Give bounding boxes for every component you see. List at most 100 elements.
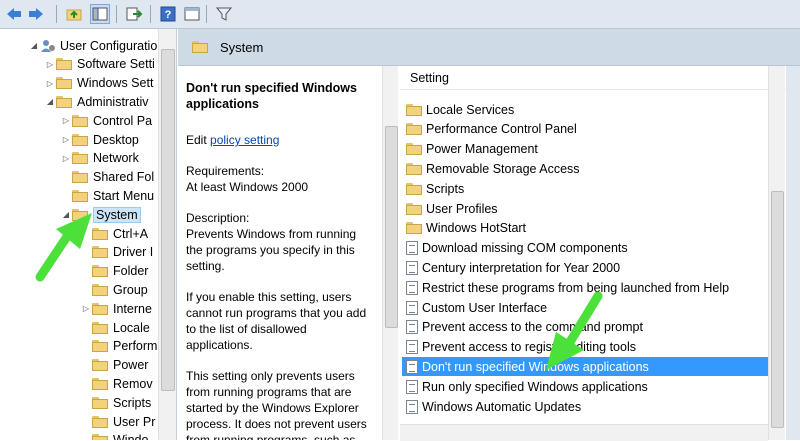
settings-folder-row[interactable]: Power Management: [402, 140, 768, 159]
collapse-icon[interactable]: ◢: [44, 97, 56, 106]
tree-item-label: Windows Sett: [77, 76, 154, 91]
policy-setting-icon: [406, 359, 418, 374]
tree-item-label: Power: [113, 358, 149, 373]
tree-item[interactable]: ▷ Interne: [80, 299, 152, 318]
export-list-icon[interactable]: [124, 4, 144, 24]
folder-icon: [72, 189, 88, 202]
tree-item-label: Folder: [113, 264, 149, 279]
tree-item[interactable]: Power: [80, 356, 148, 375]
tree-item[interactable]: ▷ Desktop: [60, 130, 139, 149]
tree-item-label: Scripts: [113, 395, 152, 410]
description-panel: Don't run specified Windows applications…: [178, 66, 398, 440]
policy-setting-icon: [406, 320, 418, 335]
policy-setting-row[interactable]: Century interpretation for Year 2000: [402, 258, 768, 277]
policy-setting-row[interactable]: Run only specified Windows applications: [402, 377, 768, 396]
policy-setting-row[interactable]: Windows Automatic Updates: [402, 397, 768, 416]
folder-icon: [406, 123, 422, 136]
settings-folder-row[interactable]: Locale Services: [402, 100, 768, 119]
expand-icon[interactable]: ▷: [60, 154, 72, 163]
properties-icon[interactable]: [182, 4, 202, 24]
settings-folder-row[interactable]: Windows HotStart: [402, 219, 768, 238]
forward-arrow-icon[interactable]: [26, 4, 46, 24]
tree-item-label: Network: [93, 151, 139, 166]
annotation-arrow-icon: [546, 291, 603, 370]
tree-item-label: Ctrl+A: [113, 226, 149, 241]
settings-folder-row[interactable]: Removable Storage Access: [402, 159, 768, 178]
settings-list-pane: Setting Locale Services Performance Contr…: [400, 66, 800, 440]
folder-icon: [92, 283, 108, 296]
tree-scrollbar[interactable]: [158, 29, 176, 440]
tree-item[interactable]: Remov: [80, 374, 153, 393]
setting-label: User Profiles: [426, 201, 498, 216]
tree-item-label: Interne: [113, 301, 152, 316]
setting-label: Power Management: [426, 142, 538, 157]
tree-item-label: Group: [113, 282, 148, 297]
setting-label: Century interpretation for Year 2000: [422, 260, 621, 275]
tree-item[interactable]: Perform: [80, 337, 157, 356]
tree-item[interactable]: Windo: [80, 431, 148, 440]
filter-icon[interactable]: [214, 4, 234, 24]
tree-item[interactable]: Locale: [80, 318, 150, 337]
description-paragraph: If you enable this setting, users cannot…: [186, 290, 367, 352]
folder-icon: [406, 202, 422, 215]
edit-policy-link[interactable]: policy setting: [210, 133, 279, 147]
tree-item-label: Control Pa: [93, 113, 153, 128]
expand-icon[interactable]: ▷: [44, 79, 56, 88]
tree-item-label: Administrativ: [77, 94, 149, 109]
settings-horizontal-scrollbar[interactable]: [400, 424, 768, 441]
policy-setting-row[interactable]: Download missing COM components: [402, 239, 768, 258]
tree-item[interactable]: ▷ Network: [60, 149, 139, 168]
back-arrow-icon[interactable]: [4, 4, 24, 24]
tree-item[interactable]: ◢ User Configuratio: [28, 36, 157, 55]
expand-icon[interactable]: ▷: [60, 135, 72, 144]
requirements-value: At least Windows 2000: [186, 180, 309, 194]
policy-setting-icon: [406, 280, 418, 295]
settings-scrollbar[interactable]: [768, 66, 785, 440]
details-pane: System Don't run specified Windows appli…: [178, 29, 800, 441]
help-icon[interactable]: ?: [158, 4, 178, 24]
tree-item-label: System: [93, 206, 141, 223]
expand-icon[interactable]: ▷: [60, 116, 72, 125]
policy-setting-icon: [406, 379, 418, 394]
folder-icon: [72, 133, 88, 146]
folder-icon: [72, 171, 88, 184]
collapse-icon[interactable]: ◢: [28, 41, 40, 50]
svg-text:?: ?: [165, 9, 172, 21]
tree-item[interactable]: ▷ Software Setti: [44, 55, 155, 74]
show-hide-tree-icon[interactable]: [90, 4, 110, 24]
tree-item[interactable]: Start Menu: [60, 186, 154, 205]
annotation-arrow-icon: [35, 213, 92, 282]
tree-item[interactable]: ▷ Control Pa: [60, 111, 152, 130]
policy-title: Don't run specified Windows applications: [186, 81, 357, 111]
tree-item[interactable]: ◢ Administrativ: [44, 92, 149, 111]
tree-item-label: Perform: [113, 339, 158, 354]
setting-label: Download missing COM components: [422, 241, 628, 256]
tree-item-label: Driver I: [113, 245, 154, 260]
description-scroll-thumb[interactable]: [385, 126, 398, 328]
settings-folder-row[interactable]: User Profiles: [402, 199, 768, 218]
tree-item[interactable]: Scripts: [80, 393, 151, 412]
expand-icon[interactable]: ▷: [44, 60, 56, 69]
description-text: Prevents Windows from running the progra…: [186, 227, 357, 273]
setting-column-header[interactable]: Setting: [400, 66, 786, 90]
folder-icon: [406, 103, 422, 116]
setting-label: Windows Automatic Updates: [422, 399, 582, 414]
tree-item[interactable]: Shared Fol: [60, 168, 154, 187]
settings-folder-row[interactable]: Scripts: [402, 179, 768, 198]
setting-label: Don't run specified Windows applications: [422, 359, 649, 374]
tree-scroll-thumb[interactable]: [161, 49, 175, 391]
folder-icon: [92, 359, 108, 372]
settings-scroll-thumb[interactable]: [771, 191, 784, 428]
policy-setting-icon: [406, 399, 418, 414]
folder-icon: [92, 340, 108, 353]
description-scrollbar[interactable]: [382, 66, 398, 440]
folder-icon: [92, 396, 108, 409]
settings-folder-row[interactable]: Performance Control Panel: [402, 120, 768, 139]
expand-icon[interactable]: ▷: [80, 304, 92, 313]
up-folder-icon[interactable]: [64, 4, 84, 24]
policy-setting-icon: [406, 340, 418, 355]
tree-item-label: Software Setti: [77, 57, 155, 72]
tree-item[interactable]: User Pr: [80, 412, 155, 431]
folder-icon: [92, 415, 108, 428]
tree-item[interactable]: ▷ Windows Sett: [44, 74, 154, 93]
